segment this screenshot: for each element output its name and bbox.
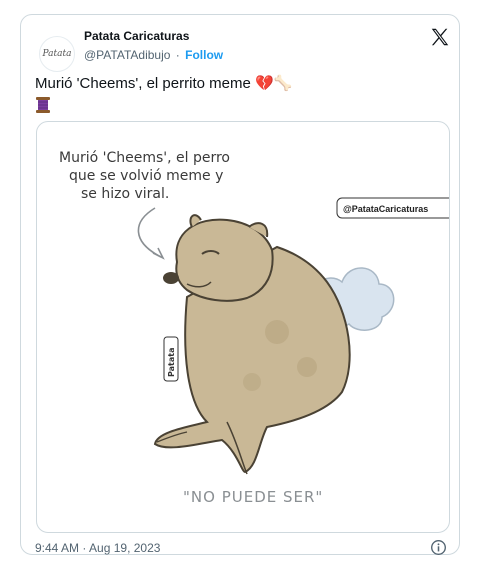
tweet-text: Murió 'Cheems', el perrito meme 💔🦴 <box>35 75 293 92</box>
handle-separator: · <box>175 48 180 62</box>
author-display-name[interactable]: Patata Caricaturas <box>84 29 189 43</box>
arrow-head <box>152 247 165 260</box>
tweet-card[interactable]: Patata Patata Caricaturas @PATATAdibujo … <box>20 14 460 555</box>
artist-tag-label: @PatataCaricaturas <box>343 204 428 214</box>
follow-button[interactable]: Follow <box>185 48 223 62</box>
x-logo-icon[interactable] <box>429 26 451 48</box>
author-handle-row: @PATATAdibujo · Follow <box>84 48 223 62</box>
caption-line-1: Murió 'Cheems', el perro <box>59 150 230 166</box>
author-handle[interactable]: @PATATAdibujo <box>84 48 170 62</box>
caption-arrow <box>137 207 162 258</box>
caption-line-2: que se volvió meme y <box>69 168 223 184</box>
tweet-timestamp[interactable]: 9:44 AM · Aug 19, 2023 <box>35 541 160 555</box>
author-avatar[interactable]: Patata <box>39 36 75 72</box>
artist-tag: @PatataCaricaturas <box>336 197 449 219</box>
dog-head <box>163 214 274 302</box>
thread-spool-icon <box>36 97 50 113</box>
tweet-media-image[interactable]: Murió 'Cheems', el perro que se volvió m… <box>36 121 450 533</box>
caption-line-3: se hizo viral. <box>81 186 169 202</box>
artist-signature: Patata <box>163 336 179 382</box>
cheems-illustration: Murió 'Cheems', el perro que se volvió m… <box>59 150 449 506</box>
info-icon[interactable] <box>430 539 447 556</box>
avatar-label: Patata <box>42 49 72 59</box>
artist-signature-label: Patata <box>167 348 176 378</box>
bottom-caption: "NO PUEDE SER" <box>183 488 323 506</box>
